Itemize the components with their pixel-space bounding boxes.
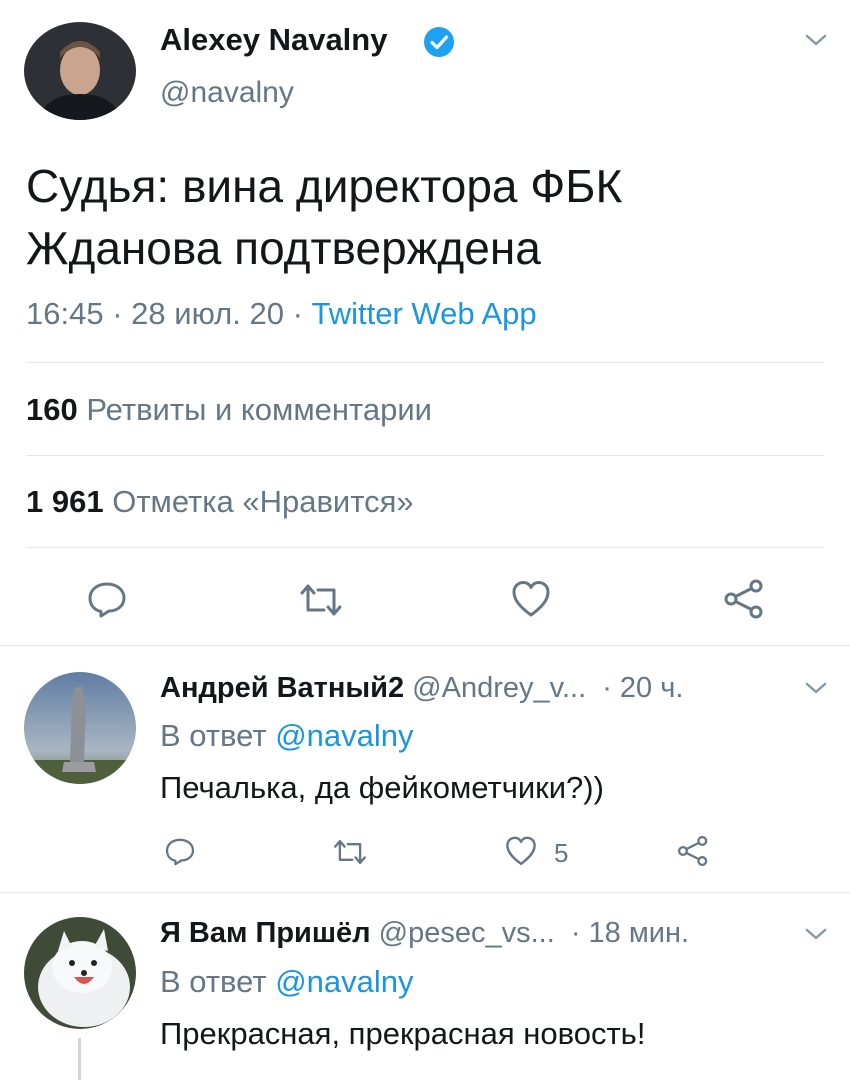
reply-text: Прекрасная, прекрасная новость! [160, 1016, 646, 1051]
thread-line [78, 1038, 81, 1080]
reply-icon[interactable] [164, 836, 196, 868]
likes-stat[interactable]: 1 961 Отметка «Нравится» [26, 484, 414, 520]
divider [26, 455, 824, 456]
tweet-text-line1: Судья: вина директора ФБК [26, 160, 623, 212]
author-name[interactable]: Alexey Navalny [160, 22, 387, 58]
retweets-stat[interactable]: 160 Ретвиты и комментарии [26, 392, 432, 428]
like-icon[interactable] [504, 835, 538, 867]
reply-context: В ответ @navalny [160, 964, 414, 1000]
share-icon[interactable] [722, 578, 766, 620]
likes-label: Отметка «Нравится» [112, 484, 414, 519]
reply-author-handle[interactable]: @Andrey_v... [412, 672, 586, 704]
chevron-down-icon[interactable] [804, 680, 828, 696]
tweet-text-line2: Жданова подтверждена [26, 222, 541, 274]
divider [26, 547, 824, 548]
share-icon[interactable] [676, 834, 710, 868]
author-avatar[interactable] [24, 22, 136, 120]
reply-context: В ответ @navalny [160, 718, 414, 754]
meta-separator: · [112, 296, 123, 331]
author-handle[interactable]: @navalny [160, 76, 294, 110]
retweet-icon[interactable] [332, 838, 368, 866]
reply-icon[interactable] [86, 580, 128, 620]
reply-text: Печалька, да фейкометчики?)) [160, 770, 604, 805]
reply-prefix: В ответ [160, 964, 267, 999]
reply-to-link[interactable]: @navalny [275, 964, 413, 999]
divider [26, 362, 824, 363]
reply-to-link[interactable]: @navalny [275, 718, 413, 753]
reply-time[interactable]: · 20 ч. [602, 672, 683, 704]
retweets-label: Ретвиты и комментарии [86, 392, 432, 427]
like-icon[interactable] [510, 579, 552, 619]
tweet-source-link[interactable]: Twitter Web App [312, 296, 537, 331]
tweet-date[interactable]: 28 июл. 20 [131, 296, 284, 331]
reply-author-name[interactable]: Андрей Ватный2 [160, 672, 404, 704]
tweet-meta: 16:45 · 28 июл. 20 · Twitter Web App [26, 296, 537, 332]
reply-author-handle[interactable]: @pesec_vs... [379, 917, 555, 949]
chevron-down-icon[interactable] [804, 926, 828, 942]
meta-separator: · [292, 296, 303, 331]
divider [0, 892, 850, 893]
reply-prefix: В ответ [160, 718, 267, 753]
tweet-time[interactable]: 16:45 [26, 296, 104, 331]
likes-count: 1 961 [26, 484, 104, 519]
like-count: 5 [554, 838, 569, 868]
verified-badge-icon [423, 26, 455, 58]
reply-header: Я Вам Пришёл @pesec_vs... · 18 мин. [160, 917, 689, 950]
reply-author-name[interactable]: Я Вам Пришёл [160, 917, 371, 949]
chevron-down-icon[interactable] [804, 32, 828, 48]
reply-avatar[interactable] [24, 917, 136, 1029]
retweet-icon[interactable] [298, 582, 344, 618]
reply-header: Андрей Ватный2 @Andrey_v... · 20 ч. [160, 672, 683, 705]
retweets-count: 160 [26, 392, 78, 427]
reply-time[interactable]: · 18 мин. [571, 917, 689, 949]
divider [0, 645, 850, 646]
reply-avatar[interactable] [24, 672, 136, 784]
